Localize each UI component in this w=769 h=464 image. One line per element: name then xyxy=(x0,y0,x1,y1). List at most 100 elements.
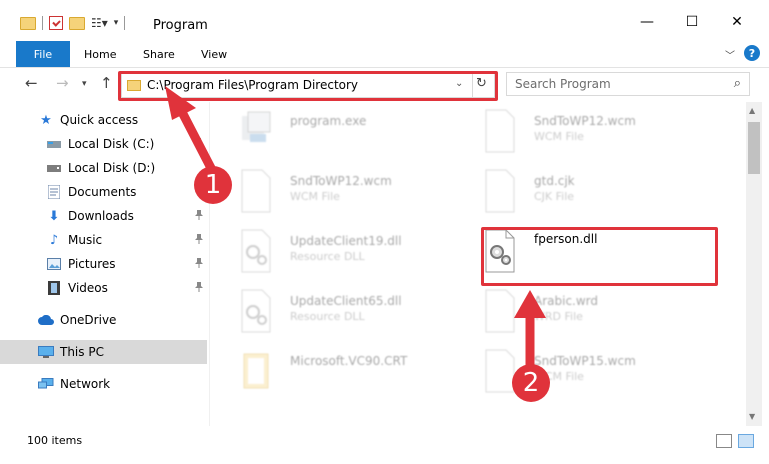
scroll-down-icon[interactable]: ▼ xyxy=(749,412,755,421)
maximize-button[interactable]: ☐ xyxy=(669,14,715,30)
list-item[interactable]: gtd.cjk CJK File xyxy=(464,164,714,224)
sidebar-item-label: OneDrive xyxy=(60,313,117,327)
sidebar-item-music[interactable]: ♪ Music xyxy=(0,228,207,252)
back-arrow-icon[interactable]: ← xyxy=(25,74,38,92)
list-item[interactable]: Arabic.wrd WRD File xyxy=(464,284,714,344)
videos-icon xyxy=(46,280,62,296)
pin-icon xyxy=(195,234,203,244)
sidebar-item-label: Network xyxy=(60,377,111,391)
search-input[interactable]: Search Program xyxy=(515,77,611,91)
help-icon[interactable]: ? xyxy=(744,45,760,61)
quick-access-toolbar: ☷▾ ▾ xyxy=(20,16,126,30)
music-icon: ♪ xyxy=(49,232,59,248)
list-item[interactable]: Microsoft.VC90.CRT xyxy=(220,344,470,404)
network-icon xyxy=(38,376,54,392)
address-bar[interactable]: C:\Program Files\Program Directory ⌄ ↻ xyxy=(121,72,495,98)
sidebar-item-local-disk-d[interactable]: Local Disk (D:) xyxy=(0,156,207,180)
expand-ribbon-icon[interactable]: ﹀ xyxy=(725,47,735,62)
tab-home[interactable]: Home xyxy=(84,48,116,61)
folder-icon xyxy=(243,353,269,389)
file-name: Microsoft.VC90.CRT xyxy=(290,354,408,368)
sidebar-item-downloads[interactable]: ⬇ Downloads xyxy=(0,204,207,228)
item-count: 100 items xyxy=(27,434,83,447)
list-item[interactable]: SndToWP12.wcm WCM File xyxy=(220,164,470,224)
pin-icon xyxy=(195,258,203,268)
properties-icon[interactable] xyxy=(49,16,63,30)
sidebar-item-label: Downloads xyxy=(68,209,134,223)
separator xyxy=(42,16,43,30)
callout-badge-2: 2 xyxy=(512,364,550,402)
file-name: program.exe xyxy=(290,114,367,128)
list-item[interactable]: SndToWP12.wcm WCM File xyxy=(464,104,714,164)
title-bar: ☷▾ ▾ Program — ☐ ✕ xyxy=(0,0,769,40)
up-arrow-icon[interactable]: ↑ xyxy=(100,74,113,92)
refresh-icon[interactable]: ↻ xyxy=(476,76,487,91)
file-name: SndToWP12.wcm xyxy=(534,114,636,128)
list-item[interactable]: SndToWP15.wcm WCM File xyxy=(464,344,714,404)
drive-icon xyxy=(46,136,62,152)
sidebar-item-documents[interactable]: Documents xyxy=(0,180,207,204)
sidebar-item-network[interactable]: Network xyxy=(0,372,207,396)
file-name: UpdateClient65.dll xyxy=(290,294,402,308)
sidebar-item-label: This PC xyxy=(60,345,104,359)
recent-locations-icon[interactable]: ▾ xyxy=(82,79,87,89)
ribbon: File Home Share View ﹀ ? xyxy=(0,40,769,68)
file-icon xyxy=(241,169,271,213)
sidebar-item-label: Documents xyxy=(68,185,137,199)
file-type: Resource DLL xyxy=(290,250,365,263)
sidebar-item-label: Music xyxy=(68,233,103,247)
scrollbar-thumb[interactable] xyxy=(748,122,760,174)
separator xyxy=(124,16,126,30)
search-icon[interactable]: ⌕ xyxy=(734,76,741,91)
list-item[interactable]: UpdateClient65.dll Resource DLL xyxy=(220,284,470,344)
chevron-down-icon[interactable]: ⌄ xyxy=(455,78,463,89)
file-icon xyxy=(485,169,515,213)
file-type: CJK File xyxy=(534,190,575,203)
file-name: Arabic.wrd xyxy=(534,294,599,308)
sidebar-item-pictures[interactable]: Pictures xyxy=(0,252,207,276)
address-path[interactable]: C:\Program Files\Program Directory xyxy=(147,78,358,92)
file-name: gtd.cjk xyxy=(534,174,575,188)
window-title: Program xyxy=(153,18,208,33)
file-name: SndToWP12.wcm xyxy=(290,174,392,188)
dll-icon xyxy=(241,289,271,333)
download-icon: ⬇ xyxy=(48,208,60,224)
sidebar-item-local-disk-c[interactable]: Local Disk (C:) xyxy=(0,132,207,156)
details-view-icon[interactable] xyxy=(716,434,732,448)
pin-icon xyxy=(195,210,203,220)
search-box[interactable]: Search Program ⌕ xyxy=(506,72,750,96)
new-folder-icon[interactable] xyxy=(69,16,85,30)
file-type: Resource DLL xyxy=(290,310,365,323)
computer-icon xyxy=(38,344,54,360)
tab-view[interactable]: View xyxy=(201,48,227,61)
view-options-icon[interactable]: ☷▾ xyxy=(91,16,108,30)
dll-icon xyxy=(241,229,271,273)
file-name: UpdateClient19.dll xyxy=(290,234,402,248)
tab-share[interactable]: Share xyxy=(143,48,175,61)
large-icons-view-icon[interactable] xyxy=(738,434,754,448)
sidebar-item-this-pc[interactable]: This PC xyxy=(0,340,207,364)
minimize-button[interactable]: — xyxy=(624,14,670,30)
list-item[interactable]: UpdateClient19.dll Resource DLL xyxy=(220,224,470,284)
sidebar-item-quick-access[interactable]: ★ Quick access xyxy=(0,108,207,132)
documents-icon xyxy=(46,184,62,200)
folder-icon[interactable] xyxy=(20,16,36,30)
drive-icon xyxy=(46,160,62,176)
status-bar: 100 items xyxy=(0,426,769,464)
navigation-bar: ← → ▾ ↑ C:\Program Files\Program Directo… xyxy=(0,68,769,102)
sidebar-item-label: Pictures xyxy=(68,257,116,271)
sidebar-item-label: Local Disk (C:) xyxy=(68,137,155,151)
scroll-up-icon[interactable]: ▲ xyxy=(749,106,755,115)
sidebar-item-label: Quick access xyxy=(60,113,139,127)
file-icon xyxy=(485,109,515,153)
pin-icon xyxy=(195,138,203,148)
vertical-scrollbar[interactable]: ▲ ▼ xyxy=(746,102,762,426)
sidebar-item-videos[interactable]: Videos xyxy=(0,276,207,300)
customize-toolbar-dropdown[interactable]: ▾ xyxy=(114,18,119,28)
sidebar-item-onedrive[interactable]: OneDrive xyxy=(0,308,207,332)
list-item[interactable]: program.exe xyxy=(220,104,470,164)
close-button[interactable]: ✕ xyxy=(714,14,760,30)
forward-arrow-icon[interactable]: → xyxy=(56,74,69,92)
tab-file[interactable]: File xyxy=(16,41,70,67)
file-name: SndToWP15.wcm xyxy=(534,354,636,368)
